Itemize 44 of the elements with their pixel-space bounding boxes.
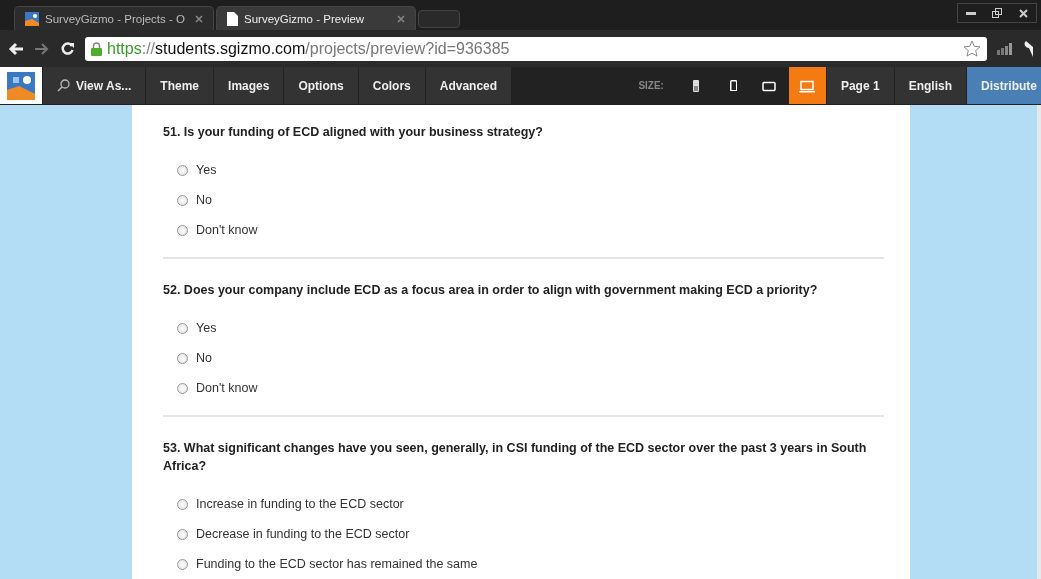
address-field[interactable]: https://students.sgizmo.com/projects/preview?id=936385 xyxy=(85,36,987,61)
option-label[interactable]: Don't know xyxy=(196,223,258,237)
distribute-button[interactable]: Distribute xyxy=(966,67,1041,104)
question-text: 51. Is your funding of ECD aligned with your business strategy? xyxy=(163,124,544,141)
phone-icon xyxy=(729,79,738,92)
star-icon[interactable] xyxy=(963,40,981,57)
radio-button[interactable] xyxy=(177,164,188,176)
laptop-size-button[interactable] xyxy=(788,67,826,104)
page-icon xyxy=(227,11,238,26)
radio-button[interactable] xyxy=(177,194,188,206)
option-label[interactable]: No xyxy=(196,351,212,365)
signal-bars-icon[interactable] xyxy=(997,42,1013,55)
option-label[interactable]: Decrease in funding to the ECD sector xyxy=(196,527,410,541)
size-label: SIZE: xyxy=(638,80,664,91)
radio-button[interactable] xyxy=(177,224,188,236)
radio-button[interactable] xyxy=(177,352,188,364)
option-label[interactable]: Funding to the ECD sector has remained the same xyxy=(196,557,478,571)
language-button[interactable]: English xyxy=(893,67,966,104)
radio-button[interactable] xyxy=(177,322,188,334)
option-label[interactable]: Don't know xyxy=(196,381,258,395)
browser-tab[interactable]: SurveyGizmo - Projects - O xyxy=(14,6,214,30)
wrench-icon[interactable] xyxy=(1023,40,1033,57)
phone-icon xyxy=(693,79,700,92)
radio-button[interactable] xyxy=(177,382,188,394)
laptop-icon xyxy=(799,78,816,93)
lock-icon xyxy=(91,41,102,56)
radio-button[interactable] xyxy=(177,498,188,510)
option-label[interactable]: No xyxy=(196,193,212,207)
back-icon[interactable] xyxy=(8,41,24,56)
reload-icon[interactable] xyxy=(60,41,75,56)
logo-icon[interactable] xyxy=(7,71,35,100)
question-text: 53. What significant changes have you seen, generally, in CSI funding of the ECD sector over the past 3 years in South Africa? xyxy=(163,440,868,475)
option-label[interactable]: Yes xyxy=(196,321,217,335)
question-text: 52. Does your company include ECD as a focus area in order to align with government making ECD a priority? xyxy=(163,282,819,299)
radio-button[interactable] xyxy=(177,558,188,570)
radio-button[interactable] xyxy=(177,528,188,540)
search-icon xyxy=(57,79,70,92)
logo-icon xyxy=(25,11,39,26)
forward-icon[interactable] xyxy=(34,41,50,56)
browser-tab[interactable]: SurveyGizmo - Preview xyxy=(216,6,416,30)
option-label[interactable]: Increase in funding to the ECD sector xyxy=(196,497,404,511)
option-label[interactable]: Yes xyxy=(196,163,217,177)
scrollbar[interactable] xyxy=(1037,105,1041,579)
page-button[interactable]: Page 1 xyxy=(825,67,894,104)
